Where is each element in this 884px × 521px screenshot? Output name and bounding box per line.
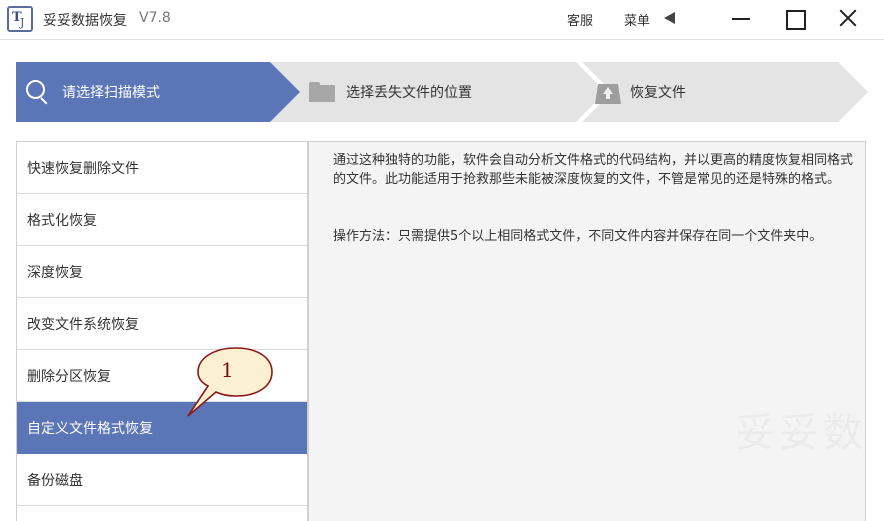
callout-number: 1 (221, 358, 234, 382)
mode-description-panel: 通过这种独特的功能，软件会自动分析文件格式的代码结构，并以更高的精度恢复相同格式… (308, 141, 866, 521)
minimize-button[interactable] (728, 6, 756, 32)
step-label: 恢复文件 (630, 85, 686, 101)
step-recover-files[interactable]: 恢复文件 (595, 62, 686, 122)
scan-mode-list: 快速恢复删除文件 格式化恢复 深度恢复 改变文件系统恢复 删除分区恢复 自定义文… (16, 141, 308, 521)
maximize-button[interactable] (781, 6, 809, 32)
step-select-scan-mode[interactable]: 请选择扫描模式 (26, 62, 160, 122)
app-title: 妥妥数据恢复 (43, 13, 127, 29)
right-edge (866, 141, 884, 521)
mode-format-recover[interactable]: 格式化恢复 (17, 194, 307, 246)
service-button[interactable]: 客服 (567, 10, 593, 29)
search-icon (26, 80, 50, 105)
mode-label: 深度恢复 (27, 264, 83, 281)
restore-icon (595, 80, 621, 104)
menu-arrow-icon[interactable] (664, 12, 675, 24)
step-select-location[interactable]: 选择丢失文件的位置 (309, 62, 472, 122)
app-version: V7.8 (139, 10, 171, 26)
description-method: 操作方法：只需提供5个以上相同格式文件，不同文件内容并保存在同一个文件夹中。 (333, 229, 823, 244)
app-logo-icon: TJ (7, 6, 33, 32)
mode-label: 自定义文件格式恢复 (27, 420, 153, 437)
mode-label: 改变文件系统恢复 (27, 316, 139, 333)
mode-label: 格式化恢复 (27, 212, 97, 229)
mode-label: 备份磁盘 (27, 472, 83, 489)
mode-backup-disk[interactable]: 备份磁盘 (17, 454, 307, 506)
menu-button[interactable]: 菜单 (624, 10, 650, 29)
mode-deep-recover[interactable]: 深度恢复 (17, 246, 307, 298)
mode-quick-recover-deleted[interactable]: 快速恢复删除文件 (17, 142, 307, 194)
title-bar: TJ 妥妥数据恢复 V7.8 客服 菜单 (0, 0, 884, 40)
mode-label: 删除分区恢复 (27, 368, 111, 385)
mode-label: 快速恢复删除文件 (27, 160, 139, 177)
description-text: 通过这种独特的功能，软件会自动分析文件格式的代码结构，并以更高的精度恢复相同格式… (333, 153, 854, 187)
watermark-text: 妥妥数 (735, 410, 867, 456)
folder-icon (309, 82, 335, 102)
step-label: 选择丢失文件的位置 (346, 85, 472, 101)
step-label: 请选择扫描模式 (62, 85, 160, 101)
close-button[interactable] (835, 6, 863, 32)
steps-bar: 请选择扫描模式 选择丢失文件的位置 恢复文件 (16, 62, 876, 122)
